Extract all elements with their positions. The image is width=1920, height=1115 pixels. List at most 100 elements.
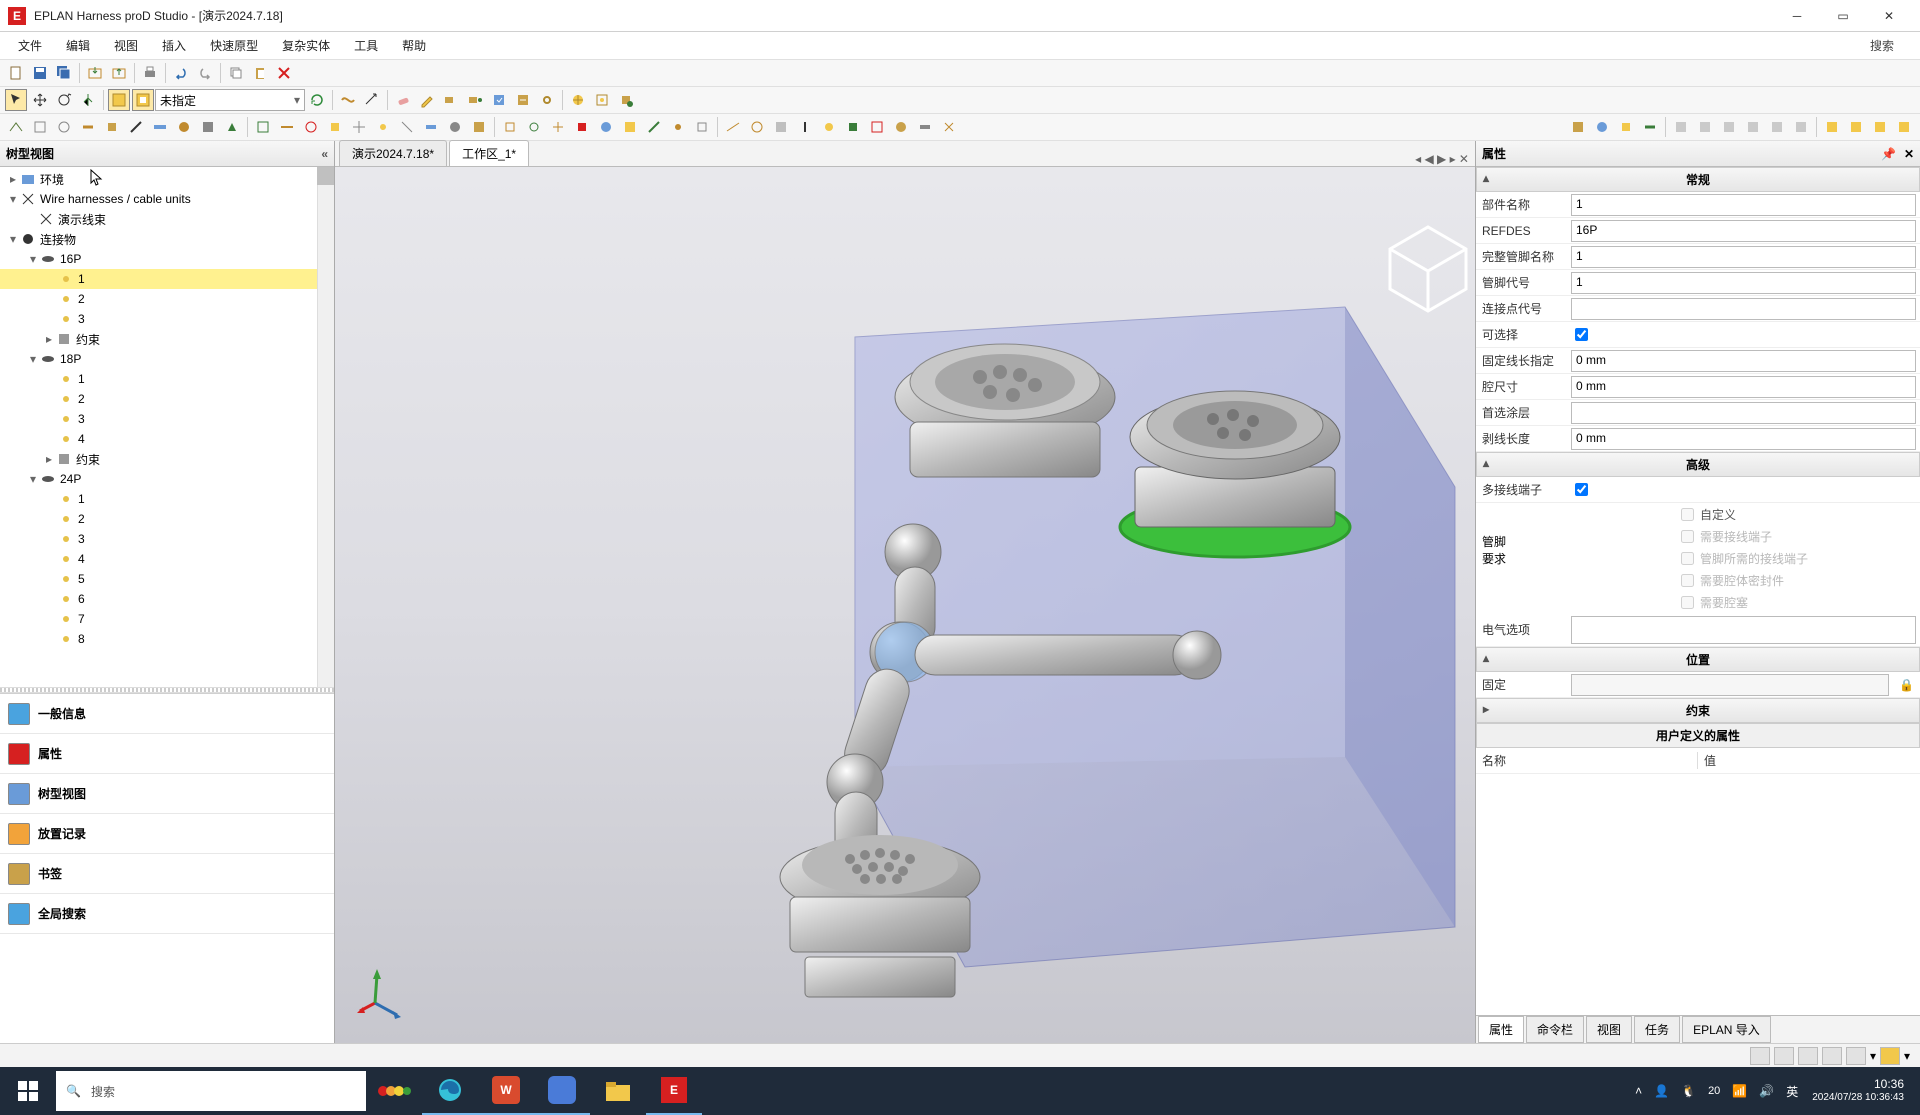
model-connector-2[interactable]: [1120, 391, 1350, 557]
status-icon[interactable]: [1822, 1047, 1842, 1065]
taskbar-app-eplan[interactable]: E: [646, 1067, 702, 1115]
status-icon[interactable]: [1880, 1047, 1900, 1065]
place-b-icon[interactable]: [591, 89, 613, 111]
tool3-icon[interactable]: [101, 116, 123, 138]
tree-node-pin[interactable]: 1: [78, 492, 85, 506]
tool3r-icon[interactable]: [1869, 116, 1891, 138]
tree-node-pin[interactable]: 8: [78, 632, 85, 646]
tool3r-icon[interactable]: [1615, 116, 1637, 138]
tool3r-icon[interactable]: [1821, 116, 1843, 138]
taskbar-app-harness[interactable]: [366, 1067, 422, 1115]
expand-icon[interactable]: ▾: [6, 232, 20, 246]
tool3-icon[interactable]: [523, 116, 545, 138]
tray-icon[interactable]: 🐧: [1681, 1084, 1696, 1098]
prop-multiterm-checkbox[interactable]: [1575, 483, 1588, 496]
tree-view[interactable]: ▸环境 ▾Wire harnesses / cable units 演示线束 ▾…: [0, 167, 334, 687]
tool3-icon[interactable]: [29, 116, 51, 138]
bundle-icon[interactable]: [337, 89, 359, 111]
tool3-icon[interactable]: [173, 116, 195, 138]
save-icon[interactable]: [29, 62, 51, 84]
tool3-icon[interactable]: [914, 116, 936, 138]
refresh-icon[interactable]: [306, 89, 328, 111]
tool3r-icon[interactable]: [1591, 116, 1613, 138]
tree-node-pin[interactable]: 4: [78, 432, 85, 446]
tray-network-icon[interactable]: 📶: [1732, 1084, 1747, 1098]
taskbar-app-explorer[interactable]: [590, 1067, 646, 1115]
tray-ime[interactable]: 英: [1786, 1083, 1798, 1100]
tray-temp[interactable]: 20: [1708, 1085, 1720, 1097]
tool3-icon[interactable]: [77, 116, 99, 138]
prop-selectable-checkbox[interactable]: [1575, 328, 1588, 341]
tree-node-pin[interactable]: 3: [78, 312, 85, 326]
maximize-button[interactable]: ▭: [1820, 0, 1866, 32]
tree-node-cons[interactable]: 约束: [76, 331, 100, 348]
delete-icon[interactable]: [273, 62, 295, 84]
tag-b-icon[interactable]: [464, 89, 486, 111]
tool3-icon[interactable]: [396, 116, 418, 138]
panel-tab-place[interactable]: 放置记录: [0, 814, 334, 854]
tray-volume-icon[interactable]: 🔊: [1759, 1084, 1774, 1098]
tray-expand-icon[interactable]: ˄: [1635, 1084, 1642, 1098]
collapse-left-icon[interactable]: «: [321, 147, 328, 161]
model-connector-3[interactable]: [780, 835, 980, 997]
btab-view[interactable]: 视图: [1586, 1016, 1632, 1043]
tool3-icon[interactable]: [643, 116, 665, 138]
collapse-section-icon[interactable]: ▴: [1483, 171, 1489, 185]
tree-node-16p[interactable]: 16P: [60, 252, 81, 266]
tree-node-pin[interactable]: 4: [78, 552, 85, 566]
tool3-icon[interactable]: [866, 116, 888, 138]
tree-node-18p[interactable]: 18P: [60, 352, 81, 366]
collapse-section-icon[interactable]: ▴: [1483, 456, 1489, 470]
lock-icon[interactable]: 🔒: [1893, 678, 1920, 692]
place-c-icon[interactable]: [615, 89, 637, 111]
menu-help[interactable]: 帮助: [390, 33, 438, 58]
prop-value-pincode[interactable]: 1: [1571, 272, 1916, 294]
tool3-icon[interactable]: [890, 116, 912, 138]
print-icon[interactable]: [139, 62, 161, 84]
expand-icon[interactable]: ▾: [26, 352, 40, 366]
tree-node-pin[interactable]: 2: [78, 292, 85, 306]
tool3-icon[interactable]: [324, 116, 346, 138]
tool3-icon[interactable]: [468, 116, 490, 138]
prop-value-refdes[interactable]: 16P: [1571, 220, 1916, 242]
wire-icon[interactable]: [361, 89, 383, 111]
panel-tab-bookmark[interactable]: 书签: [0, 854, 334, 894]
filter-b-icon[interactable]: [132, 89, 154, 111]
tool3-icon[interactable]: [842, 116, 864, 138]
doc-tab-2[interactable]: 工作区_1*: [449, 140, 529, 166]
expand-icon[interactable]: ▾: [26, 472, 40, 486]
tool3r-icon[interactable]: [1766, 116, 1788, 138]
status-icon[interactable]: [1846, 1047, 1866, 1065]
taskbar-app-edge[interactable]: [422, 1067, 478, 1115]
new-icon[interactable]: [5, 62, 27, 84]
tray-icon[interactable]: 👤: [1654, 1084, 1669, 1098]
tool3-icon[interactable]: [619, 116, 641, 138]
menu-view[interactable]: 视图: [102, 33, 150, 58]
menu-file[interactable]: 文件: [6, 33, 54, 58]
paste-icon[interactable]: [249, 62, 271, 84]
tree-node-pin[interactable]: 1: [78, 372, 85, 386]
menu-complex[interactable]: 复杂实体: [270, 33, 342, 58]
tool3-icon[interactable]: [547, 116, 569, 138]
tool3-icon[interactable]: [746, 116, 768, 138]
tool3r-icon[interactable]: [1639, 116, 1661, 138]
view-cube[interactable]: [1390, 227, 1466, 311]
tool3r-icon[interactable]: [1893, 116, 1915, 138]
tool3r-icon[interactable]: [1718, 116, 1740, 138]
menu-edit[interactable]: 编辑: [54, 33, 102, 58]
tool3-icon[interactable]: [722, 116, 744, 138]
status-icon[interactable]: [1798, 1047, 1818, 1065]
tool3r-icon[interactable]: [1670, 116, 1692, 138]
tool3-icon[interactable]: [372, 116, 394, 138]
prop-value-connpt[interactable]: [1571, 298, 1916, 320]
undo-icon[interactable]: [170, 62, 192, 84]
tool3-icon[interactable]: [276, 116, 298, 138]
axis-tool-icon[interactable]: [77, 89, 99, 111]
expand-icon[interactable]: ▸: [42, 452, 56, 466]
save-all-icon[interactable]: [53, 62, 75, 84]
close-panel-icon[interactable]: ✕: [1904, 147, 1914, 161]
axis-triad-icon[interactable]: [355, 963, 415, 1023]
start-button[interactable]: [0, 1067, 56, 1115]
tool3-icon[interactable]: [794, 116, 816, 138]
menu-tools[interactable]: 工具: [342, 33, 390, 58]
